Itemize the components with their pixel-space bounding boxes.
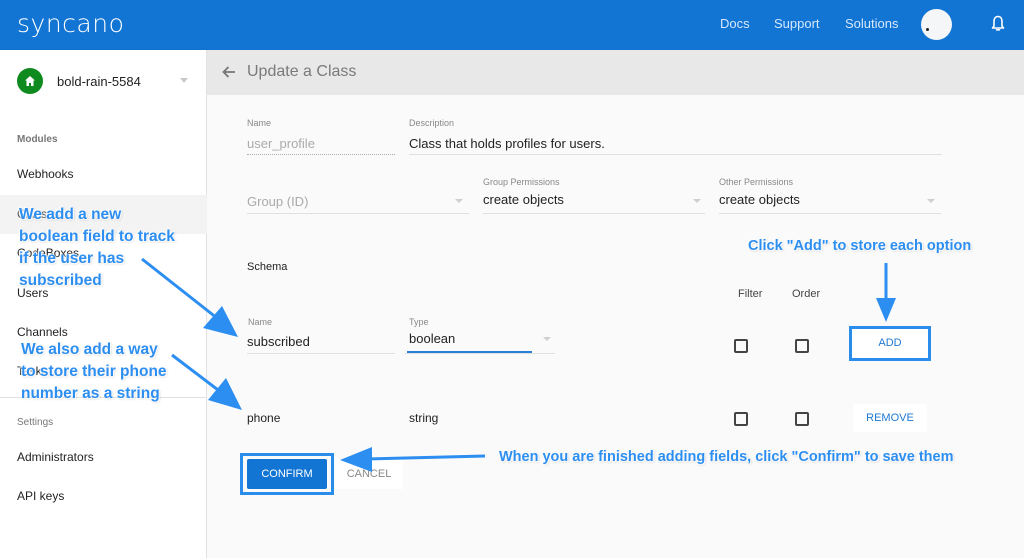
instance-selector[interactable]: bold-rain-5584 bbox=[17, 68, 197, 96]
name-field-underline bbox=[247, 154, 395, 155]
field-type-focus-bar bbox=[407, 351, 532, 353]
note-2-line: We also add a way bbox=[21, 341, 158, 358]
top-bar: syncano Docs Support Solutions bbox=[0, 0, 1024, 50]
field-row-filter-checkbox[interactable] bbox=[734, 412, 748, 426]
sidebar: bold-rain-5584 Modules Webhooks Classes … bbox=[0, 50, 207, 558]
other-permissions-label: Other Permissions bbox=[719, 177, 794, 187]
note-1-line: if the user has bbox=[19, 250, 125, 267]
name-field: user_profile bbox=[247, 136, 315, 151]
group-permissions-caret-icon[interactable] bbox=[693, 199, 701, 203]
field-row-name: phone bbox=[247, 411, 281, 425]
name-label: Name bbox=[247, 118, 272, 128]
group-select[interactable]: Group (ID) bbox=[247, 194, 308, 209]
sidebar-item-api-keys[interactable]: API keys bbox=[17, 489, 64, 503]
group-permissions-label: Group Permissions bbox=[483, 177, 560, 187]
group-permissions-select[interactable]: create objects bbox=[483, 192, 564, 207]
bell-icon[interactable] bbox=[990, 15, 1006, 33]
schema-heading: Schema bbox=[247, 261, 288, 273]
nav-docs[interactable]: Docs bbox=[720, 16, 750, 31]
group-permissions-underline bbox=[483, 213, 705, 214]
class-form: Name user_profile Description Class that… bbox=[207, 95, 1024, 558]
other-permissions-underline bbox=[719, 213, 941, 214]
avatar-eye bbox=[926, 28, 929, 31]
other-permissions-select[interactable]: create objects bbox=[719, 192, 800, 207]
field-name-input[interactable]: subscribed bbox=[247, 334, 310, 349]
chevron-down-icon[interactable] bbox=[180, 78, 188, 83]
note-1-line: subscribed bbox=[19, 272, 102, 289]
cancel-button[interactable]: CANCEL bbox=[335, 459, 403, 489]
order-column-label: Order bbox=[792, 288, 821, 300]
field-type-label: Type bbox=[409, 317, 429, 327]
other-permissions-caret-icon[interactable] bbox=[927, 199, 935, 203]
description-label: Description bbox=[409, 118, 455, 128]
section-modules: Modules bbox=[17, 134, 58, 145]
group-caret-icon[interactable] bbox=[455, 199, 463, 203]
nav-support[interactable]: Support bbox=[774, 16, 820, 31]
page-title: Update a Class bbox=[247, 63, 357, 80]
instance-badge bbox=[17, 68, 43, 94]
section-settings: Settings bbox=[17, 417, 54, 428]
group-underline bbox=[247, 213, 469, 214]
field-type-caret-icon[interactable] bbox=[543, 337, 551, 341]
home-icon bbox=[25, 76, 35, 86]
annotation-note-3: Click "Add" to store each option bbox=[748, 238, 972, 254]
field-type-underline bbox=[405, 353, 555, 354]
sidebar-item-administrators[interactable]: Administrators bbox=[17, 450, 94, 464]
note-1-line: boolean field to track bbox=[19, 228, 175, 245]
description-underline bbox=[409, 154, 942, 155]
new-field-filter-checkbox[interactable] bbox=[734, 339, 748, 353]
syncano-logo[interactable]: syncano bbox=[17, 9, 124, 38]
nav-solutions[interactable]: Solutions bbox=[845, 16, 898, 31]
field-name-label: Name bbox=[248, 317, 273, 327]
field-name-underline bbox=[247, 353, 395, 354]
note-1-line: We add a new bbox=[19, 206, 122, 223]
field-row-type: string bbox=[409, 411, 439, 425]
arrow-left-icon[interactable] bbox=[221, 64, 237, 80]
annotation-note-1: We add a new boolean field to track if t… bbox=[19, 204, 175, 292]
remove-field-button[interactable]: REMOVE bbox=[853, 404, 927, 432]
sidebar-item-webhooks[interactable]: Webhooks bbox=[17, 167, 73, 181]
note-2-line: number as a string bbox=[21, 385, 160, 402]
filter-column-label: Filter bbox=[738, 288, 763, 300]
annotation-note-2: We also add a way to store their phone n… bbox=[21, 339, 167, 405]
annotation-note-4: When you are finished adding fields, cli… bbox=[499, 449, 954, 465]
note-2-line: to store their phone bbox=[21, 363, 167, 380]
instance-name: bold-rain-5584 bbox=[57, 74, 141, 89]
add-field-button[interactable]: ADD bbox=[849, 326, 931, 361]
description-field[interactable]: Class that holds profiles for users. bbox=[409, 136, 605, 151]
confirm-button[interactable]: CONFIRM bbox=[247, 459, 327, 489]
user-avatar[interactable] bbox=[921, 9, 952, 40]
new-field-order-checkbox[interactable] bbox=[795, 339, 809, 353]
page-header: Update a Class bbox=[207, 50, 1024, 95]
field-type-select[interactable]: boolean bbox=[409, 331, 455, 346]
field-row-order-checkbox[interactable] bbox=[795, 412, 809, 426]
sidebar-item-channels[interactable]: Channels bbox=[17, 325, 68, 339]
